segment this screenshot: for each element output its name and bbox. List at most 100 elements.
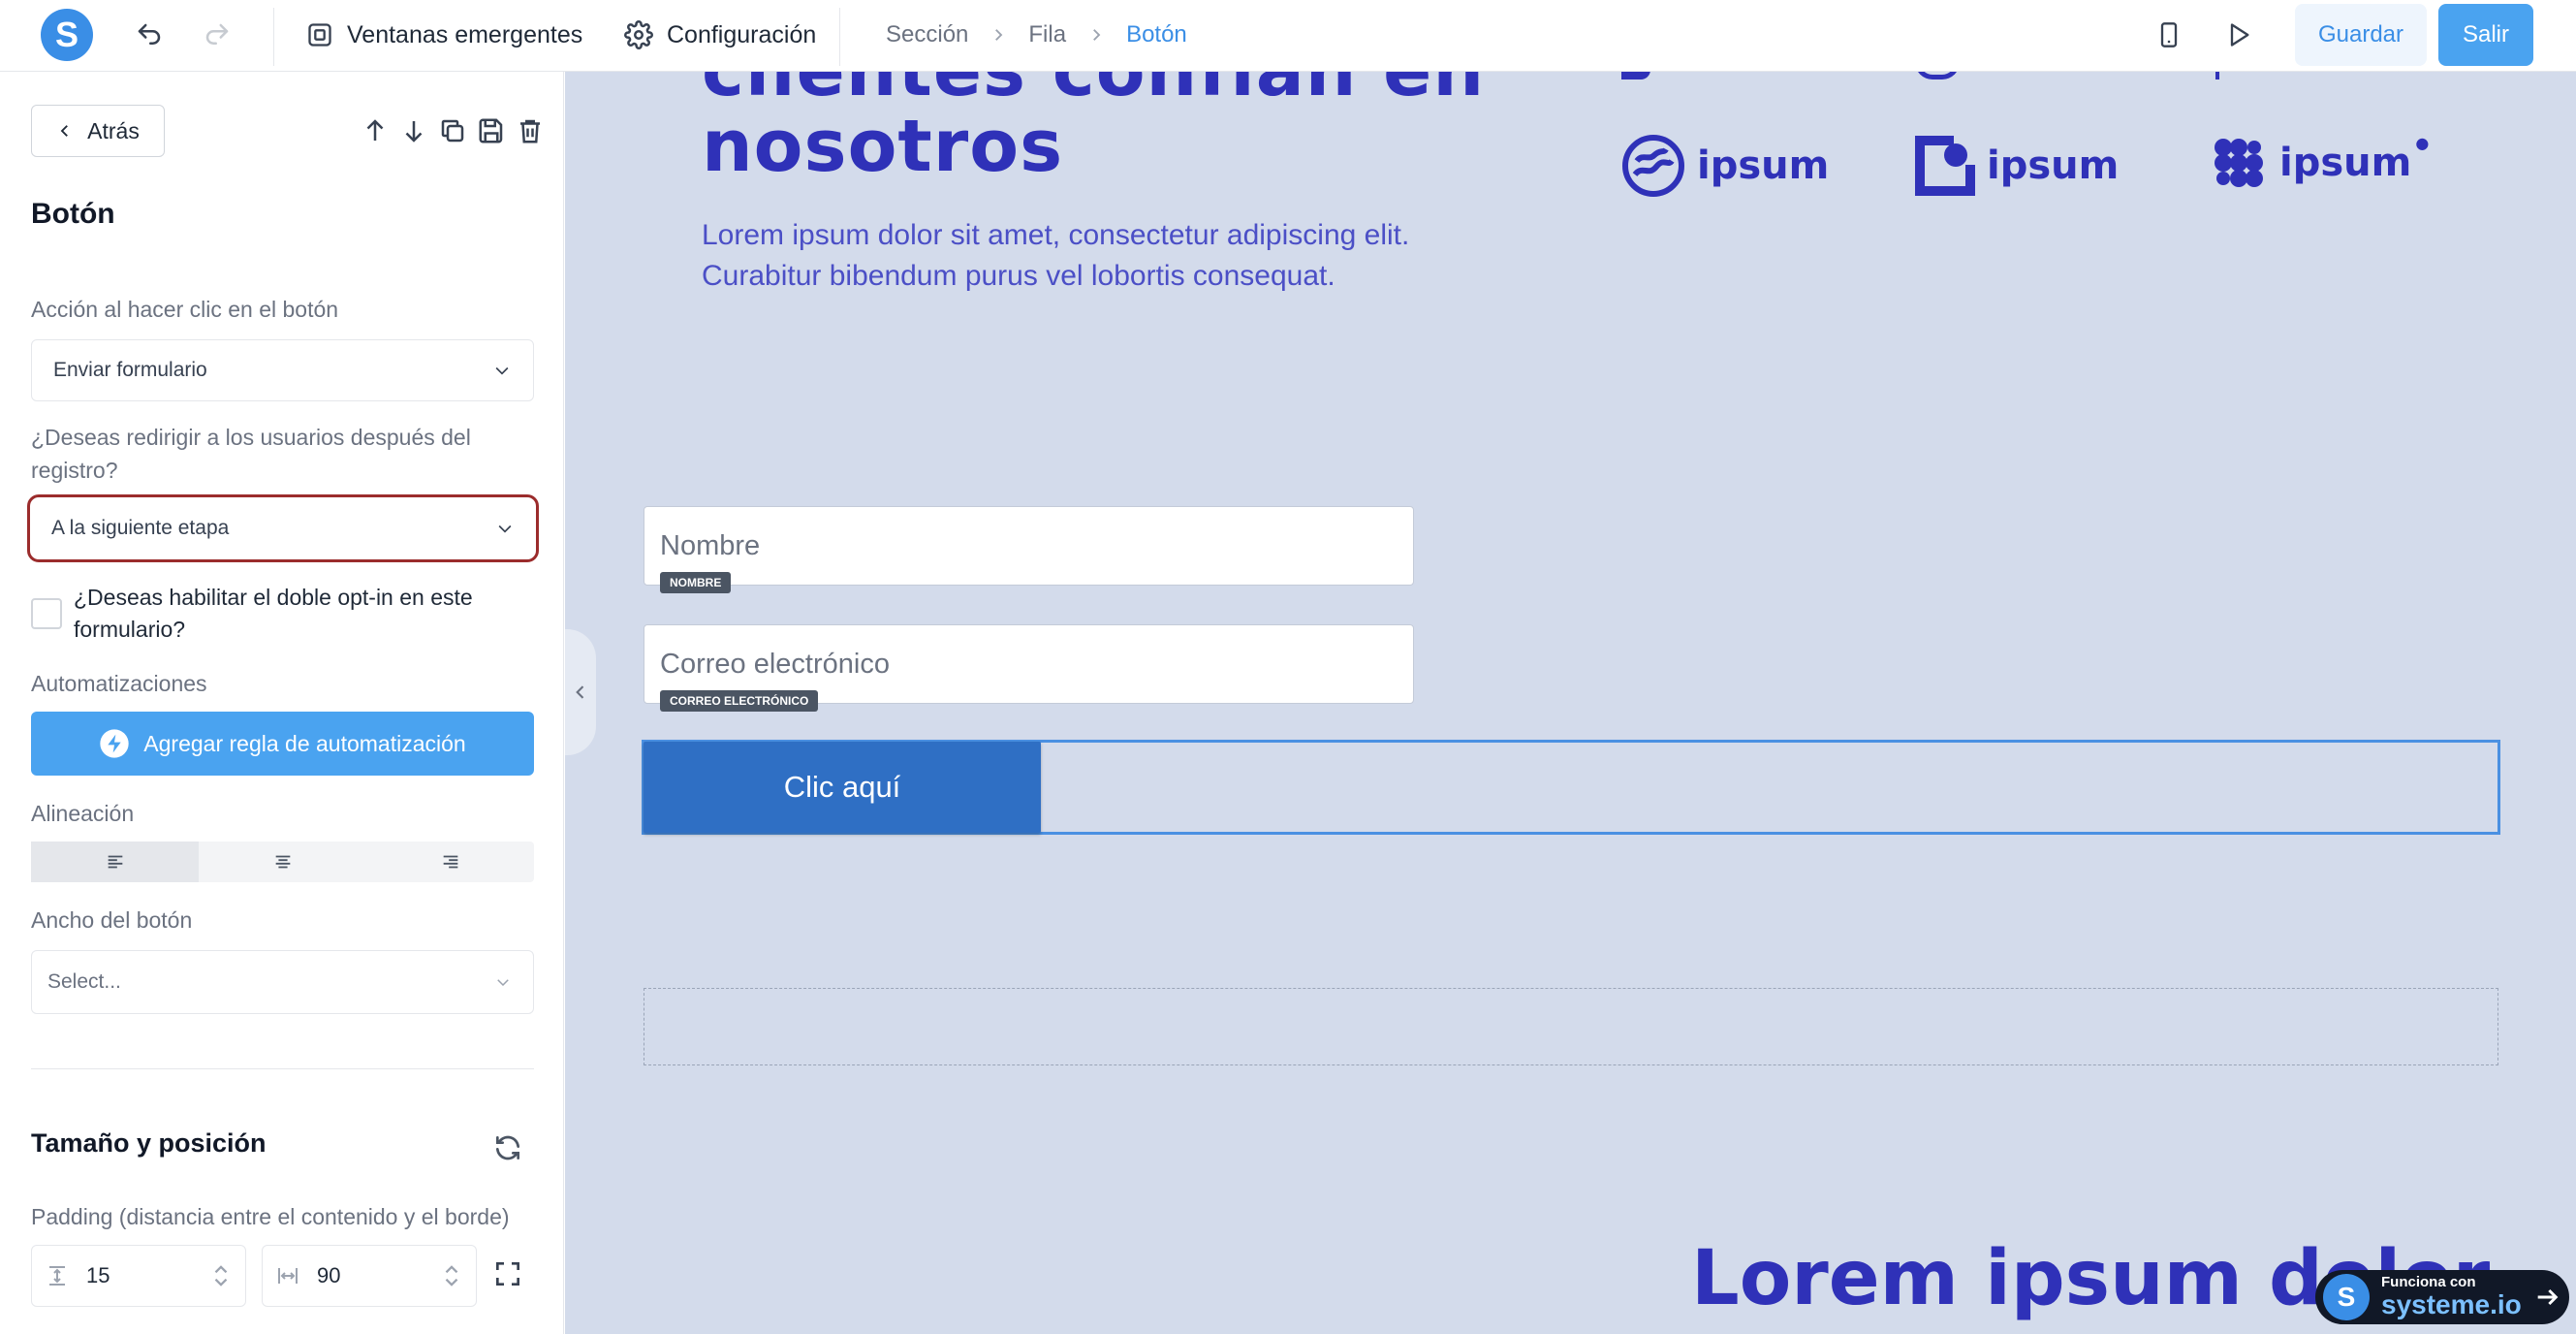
horizontal-padding-icon <box>278 1268 298 1284</box>
play-preview-icon[interactable] <box>2219 16 2258 54</box>
mobile-preview-icon[interactable] <box>2150 16 2188 54</box>
padding-horizontal-input[interactable]: 90 <box>262 1245 477 1307</box>
chevron-down-icon <box>497 979 509 987</box>
click-action-value: Enviar formulario <box>53 359 207 381</box>
settings-button[interactable]: Configuración <box>624 16 816 54</box>
hero-text-line-1: Lorem ipsum dolor sit amet, consectetur … <box>702 219 1410 251</box>
copy-icon[interactable] <box>438 116 467 145</box>
client-logo-partial <box>1621 72 1650 79</box>
align-center-button[interactable] <box>199 842 366 882</box>
redirect-select[interactable]: A la siguiente etapa <box>27 494 539 562</box>
name-input[interactable]: Nombre <box>644 506 1414 586</box>
client-logo: ipsum <box>1621 134 1829 198</box>
arrow-right-icon <box>2537 1288 2559 1306</box>
button-width-placeholder: Select... <box>47 970 121 993</box>
email-field-tag: CORREO ELECTRÓNICO <box>660 690 819 712</box>
breadcrumb: Sección Fila Botón <box>886 21 1187 48</box>
exit-button[interactable]: Salir <box>2438 4 2533 66</box>
wave-logo-icon <box>1622 135 1684 197</box>
client-logo-text: ipsum <box>2279 141 2412 185</box>
settings-label: Configuración <box>667 20 817 48</box>
button-width-label: Ancho del botón <box>31 907 193 933</box>
save-button[interactable]: Guardar <box>2295 4 2427 66</box>
chevron-down-icon <box>498 524 512 533</box>
size-position-title: Tamaño y posición <box>31 1128 267 1158</box>
click-action-label: Acción al hacer clic en el botón <box>31 297 339 322</box>
stepper-icon[interactable] <box>441 1261 462 1290</box>
redirect-label: ¿Deseas redirigir a los usuarios después… <box>31 425 471 483</box>
hero-text[interactable]: Lorem ipsum dolor sit amet, consectetur … <box>702 215 1574 297</box>
email-input-placeholder: Correo electrónico <box>660 648 890 680</box>
chevron-right-icon <box>995 29 1003 41</box>
name-field-tag: NOMBRE <box>660 572 732 593</box>
redo-icon[interactable] <box>198 16 236 54</box>
breadcrumb-row[interactable]: Fila <box>1028 21 1066 48</box>
back-label: Atrás <box>87 117 140 143</box>
client-logo-partial <box>2215 72 2219 79</box>
stepper-icon[interactable] <box>210 1261 232 1290</box>
popups-label: Ventanas emergentes <box>347 20 583 48</box>
align-right-icon <box>443 855 457 869</box>
systeme-logo[interactable]: S <box>41 9 93 61</box>
redirect-value: A la siguiente etapa <box>51 517 230 539</box>
client-logo-text: ipsum <box>1987 143 2120 188</box>
trash-icon[interactable] <box>516 116 545 145</box>
breadcrumb-button[interactable]: Botón <box>1126 21 1187 48</box>
add-automation-rule-label: Agregar regla de automatización <box>143 730 466 756</box>
name-input-placeholder: Nombre <box>660 529 761 561</box>
element-actions <box>361 116 545 145</box>
back-button[interactable]: Atrás <box>31 105 165 157</box>
arrow-up-icon[interactable] <box>361 116 390 145</box>
save-template-icon[interactable] <box>477 116 506 145</box>
align-left-icon <box>108 855 122 869</box>
arrow-down-icon[interactable] <box>399 116 428 145</box>
molecule-logo-icon <box>2215 139 2263 187</box>
alignment-label: Alineación <box>31 801 135 826</box>
expand-padding-icon[interactable] <box>492 1258 523 1294</box>
padding-vertical-value: 15 <box>86 1263 110 1287</box>
padding-horizontal-value: 90 <box>317 1263 341 1287</box>
chevron-right-icon <box>1093 29 1101 41</box>
hero-title[interactable]: nosotros <box>702 105 1063 188</box>
square-logo-icon <box>1915 136 1975 196</box>
hero-text-line-2: Curabitur bibendum purus vel lobortis co… <box>702 260 1335 292</box>
client-logo-text: ipsum <box>1697 143 1830 188</box>
align-right-button[interactable] <box>366 842 534 882</box>
top-toolbar: S Ventanas emergentes Configuración Secc… <box>0 0 2576 72</box>
double-optin-checkbox[interactable] <box>31 598 62 629</box>
undo-icon[interactable] <box>130 16 169 54</box>
alignment-toggle <box>31 842 534 882</box>
submit-button[interactable]: Clic aquí <box>644 742 1041 833</box>
double-optin-label: ¿Deseas habilitar el doble opt-in en est… <box>74 585 473 642</box>
chevron-left-icon <box>60 125 69 137</box>
popups-button[interactable]: Ventanas emergentes <box>306 16 582 54</box>
align-left-button[interactable] <box>31 842 199 882</box>
align-center-icon <box>275 855 290 869</box>
reset-icon[interactable] <box>492 1132 523 1168</box>
lightning-icon <box>100 729 129 758</box>
client-logo: ipsum ● <box>2210 134 2429 192</box>
client-logo-partial <box>1915 72 1960 79</box>
gear-icon <box>624 20 653 49</box>
badge-text: Funciona con systeme.io <box>2381 1275 2522 1318</box>
empty-row-dropzone[interactable] <box>644 988 2498 1065</box>
powered-by-badge[interactable]: S Funciona con systeme.io <box>2315 1270 2569 1324</box>
breadcrumb-section[interactable]: Sección <box>886 21 968 48</box>
settings-sidebar: Atrás Botón Acción al hacer clic en el b… <box>0 72 564 1334</box>
popup-icon <box>308 23 331 47</box>
panel-title: Botón <box>31 198 115 230</box>
systeme-badge-logo: S <box>2323 1274 2370 1320</box>
click-action-select[interactable]: Enviar formulario <box>31 339 534 401</box>
chevron-down-icon <box>495 366 509 375</box>
registered-mark-icon: ● <box>2415 134 2430 152</box>
vertical-padding-icon <box>49 1266 65 1286</box>
add-automation-rule-button[interactable]: Agregar regla de automatización <box>31 712 534 776</box>
button-width-select[interactable]: Select... <box>31 950 534 1014</box>
padding-vertical-input[interactable]: 15 <box>31 1245 246 1307</box>
collapse-sidebar-button[interactable] <box>565 629 596 755</box>
divider <box>31 1068 534 1069</box>
page-canvas[interactable]: clientes confían en nosotros Lorem ipsum… <box>565 72 2576 1334</box>
badge-brand-text: systeme.io <box>2381 1289 2522 1320</box>
client-logo: ipsum <box>1915 136 2119 196</box>
chevron-left-icon <box>576 685 584 699</box>
